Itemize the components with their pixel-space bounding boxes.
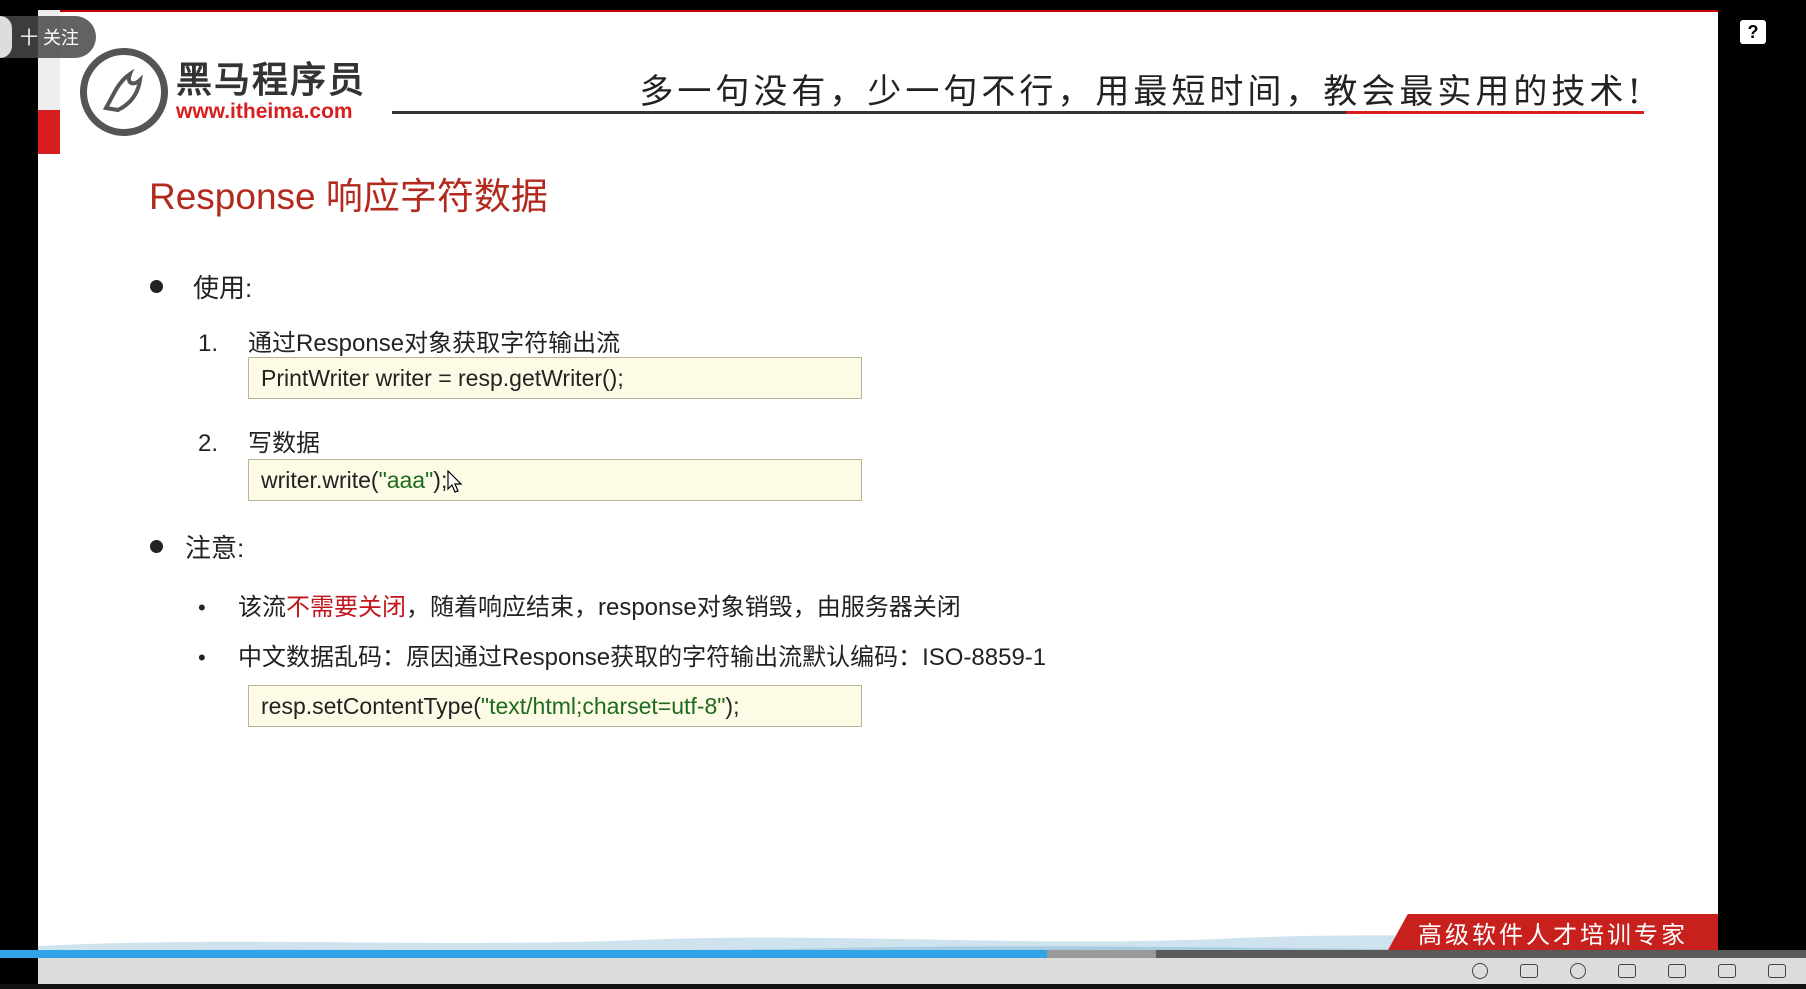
code-write-post: ); <box>433 467 448 493</box>
slide-menu-icon[interactable] <box>1520 964 1538 978</box>
presentation-slide: 黑马程序员 www.itheima.com 多一句没有，少一句不行，用最短时间，… <box>38 10 1718 958</box>
footer-banner: 高级软件人才培训专家 <box>1388 914 1718 950</box>
code-write-pre: writer.write( <box>261 467 379 493</box>
note-1-emphasis: 不需要关闭 <box>286 594 406 621</box>
logo-url: www.itheima.com <box>176 100 353 123</box>
help-icon[interactable]: ? <box>1740 20 1766 44</box>
follow-label: 十 关注 <box>20 28 80 48</box>
step-1-text: 通过Response对象获取字符输出流 <box>248 330 621 357</box>
bullet-notes: 注意: <box>150 528 244 565</box>
code-write-string: "aaa" <box>378 467 434 493</box>
step-1: 1. 通过Response对象获取字符输出流 <box>198 323 620 358</box>
follow-button[interactable]: 十 关注 <box>0 16 96 58</box>
horse-logo-icon <box>80 48 168 136</box>
previous-slide-icon[interactable] <box>1472 963 1488 979</box>
step-1-number: 1. <box>198 330 219 357</box>
slide-sorter-icon[interactable] <box>1668 964 1686 978</box>
code-block-getwriter: PrintWriter writer = resp.getWriter(); <box>248 357 862 399</box>
header-rule-accent <box>1346 111 1644 114</box>
note-2-text: 中文数据乱码：原因通过Response获取的字符输出流默认编码：ISO-8859… <box>238 644 1047 671</box>
bottom-edge <box>0 984 1806 989</box>
code-block-write: writer.write("aaa"); <box>248 459 862 501</box>
next-slide-icon[interactable] <box>1570 963 1586 979</box>
code-block-contenttype: resp.setContentType("text/html;charset=u… <box>248 685 862 727</box>
logo-brand-name: 黑马程序员 <box>176 59 367 100</box>
avatar <box>0 16 12 58</box>
note-2: • 中文数据乱码：原因通过Response获取的字符输出流默认编码：ISO-885… <box>198 644 1047 671</box>
slideshow-icon[interactable] <box>1768 964 1786 978</box>
note-1-pre: 该流 <box>238 594 286 621</box>
bullet-usage: 使用: <box>150 268 252 305</box>
normal-view-icon[interactable] <box>1618 964 1636 978</box>
bullet-dot-icon <box>150 540 163 553</box>
code-contenttype-pre: resp.setContentType( <box>261 693 481 719</box>
step-2-text: 写数据 <box>248 430 320 457</box>
reading-view-icon[interactable] <box>1718 964 1736 978</box>
slogan: 多一句没有，少一句不行，用最短时间，教会最实用的技术! <box>639 72 1645 112</box>
slide-title: Response 响应字符数据 <box>149 176 548 217</box>
bullet-notes-label: 注意: <box>185 533 245 563</box>
code-contenttype-string: "text/html;charset=utf-8" <box>480 693 726 719</box>
itheima-logo: 黑马程序员 www.itheima.com <box>80 48 366 136</box>
progress-fill <box>0 950 1048 958</box>
progress-buffer <box>1047 950 1156 958</box>
step-2: 2. 写数据 <box>198 423 320 458</box>
top-accent-line <box>38 10 1718 12</box>
mouse-cursor-icon <box>447 470 463 493</box>
note-1-post: ，随着响应结束，response对象销毁，由服务器关闭 <box>406 594 961 621</box>
code-getwriter: PrintWriter writer = resp.getWriter(); <box>261 365 624 391</box>
step-2-number: 2. <box>198 430 219 457</box>
viewer-toolbar <box>38 958 1806 984</box>
note-1: • 该流不需要关闭，随着响应结束，response对象销毁，由服务器关闭 <box>198 594 961 621</box>
bullet-usage-label: 使用: <box>193 273 253 303</box>
video-progress-bar[interactable] <box>0 950 1806 958</box>
bullet-dot-icon <box>150 280 163 293</box>
left-red-strip <box>38 110 60 154</box>
code-contenttype-post: ); <box>725 693 740 719</box>
